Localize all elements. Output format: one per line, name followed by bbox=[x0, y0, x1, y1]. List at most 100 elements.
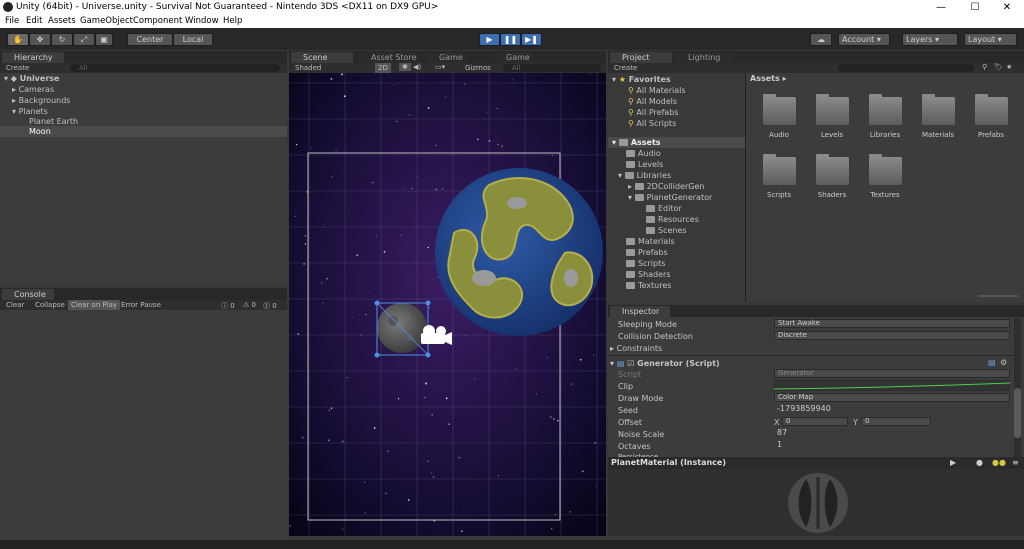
menu-edit[interactable]: Edit bbox=[26, 16, 42, 26]
preview-sphere-icon[interactable]: ● bbox=[976, 458, 983, 467]
script-object-field[interactable]: Generator bbox=[774, 369, 1010, 378]
tree-folder-prefabs[interactable]: Prefabs bbox=[626, 248, 668, 257]
draw-mode-dropdown[interactable]: Color Map bbox=[774, 393, 1010, 402]
tab-asset-store[interactable]: Asset Store bbox=[359, 52, 419, 63]
cloud-icon[interactable]: ☁ bbox=[810, 33, 832, 46]
tab-console[interactable]: Console bbox=[2, 289, 54, 300]
console-clear-on-play-button[interactable]: Clear on Play bbox=[68, 300, 121, 310]
asset-folder-libraries[interactable]: Libraries bbox=[865, 94, 905, 139]
pivot-local-button[interactable]: Local bbox=[173, 33, 213, 46]
planet-earth-sprite[interactable] bbox=[435, 168, 603, 336]
menu-window[interactable]: Window bbox=[185, 16, 219, 26]
effects-toggle-icon[interactable]: ▭▾ bbox=[435, 63, 445, 71]
tree-folder-audio[interactable]: Audio bbox=[626, 149, 661, 158]
asset-folder-prefabs[interactable]: Prefabs bbox=[971, 94, 1011, 139]
material-preview-area[interactable] bbox=[608, 469, 1024, 536]
assets-breadcrumb[interactable]: Assets ▸ bbox=[750, 74, 787, 83]
icon-size-slider[interactable] bbox=[978, 295, 1018, 297]
minimize-button[interactable]: — bbox=[924, 0, 958, 15]
tree-folder-textures[interactable]: Textures bbox=[626, 281, 671, 290]
layout-dropdown[interactable]: Layout ▾ bbox=[964, 33, 1017, 46]
tree-folder-resources[interactable]: Resources bbox=[646, 215, 699, 224]
scene-root[interactable]: ▾ ◆ Universe bbox=[4, 74, 59, 83]
favorite-all-prefabs[interactable]: ⚲ All Prefabs bbox=[628, 108, 679, 117]
noise-scale-input[interactable]: 87 bbox=[774, 429, 1010, 438]
step-button[interactable]: ▶❚ bbox=[521, 33, 542, 46]
filter-by-type-icon[interactable]: ⚲ bbox=[982, 63, 987, 71]
console-info-count[interactable]: ⓵ 0 bbox=[263, 301, 277, 311]
audio-toggle-icon[interactable]: ◀) bbox=[413, 63, 421, 71]
scale-tool-icon[interactable]: ⤢ bbox=[73, 33, 95, 46]
clip-curve-field[interactable] bbox=[774, 380, 1010, 391]
scene-viewport[interactable] bbox=[289, 73, 606, 536]
hierarchy-search-input[interactable]: All bbox=[70, 64, 280, 72]
tab-inspector[interactable]: Inspector bbox=[610, 306, 670, 317]
favorite-all-scripts[interactable]: ⚲ All Scripts bbox=[628, 119, 676, 128]
account-dropdown[interactable]: Account ▾ bbox=[838, 33, 890, 46]
tree-folder-scripts[interactable]: Scripts bbox=[626, 259, 665, 268]
tab-scene[interactable]: Scene bbox=[291, 52, 353, 63]
offset-y-input[interactable]: 0 bbox=[861, 417, 931, 426]
seed-input[interactable]: -1793859940 bbox=[774, 405, 1010, 414]
menu-help[interactable]: Help bbox=[223, 16, 242, 26]
close-button[interactable]: ✕ bbox=[990, 0, 1024, 15]
constraints-foldout[interactable]: ▸ Constraints bbox=[610, 344, 662, 353]
generator-component-header[interactable]: ▾ ▤ ☑ Generator (Script) bbox=[610, 359, 720, 368]
menu-assets[interactable]: Assets bbox=[48, 16, 76, 26]
pause-button[interactable]: ❚❚ bbox=[500, 33, 521, 46]
console-error-count[interactable]: ⓘ 0 bbox=[221, 301, 235, 311]
hierarchy-item-planet-earth[interactable]: Planet Earth bbox=[29, 117, 78, 126]
menu-file[interactable]: File bbox=[5, 16, 19, 26]
hierarchy-item-cameras[interactable]: ▸ Cameras bbox=[12, 85, 54, 94]
project-search-input[interactable] bbox=[838, 64, 974, 72]
preview-menu-icon[interactable]: ≡ bbox=[1012, 458, 1019, 467]
tree-folder-libraries[interactable]: ▾ Libraries bbox=[618, 171, 671, 180]
console-error-pause-button[interactable]: Error Pause bbox=[121, 301, 161, 309]
tab-game-2[interactable]: Game bbox=[494, 52, 534, 63]
asset-folder-levels[interactable]: Levels bbox=[812, 94, 852, 139]
asset-folder-textures[interactable]: Textures bbox=[865, 154, 905, 199]
favorite-star-icon[interactable]: ★ bbox=[1006, 63, 1012, 71]
2d-mode-toggle[interactable]: 2D bbox=[375, 63, 391, 73]
favorite-all-models[interactable]: ⚲ All Models bbox=[628, 97, 677, 106]
asset-folder-materials[interactable]: Materials bbox=[918, 94, 958, 139]
offset-x-input[interactable]: 0 bbox=[782, 417, 848, 426]
sleeping-mode-dropdown[interactable]: Start Awake bbox=[774, 319, 1010, 328]
shading-mode-dropdown[interactable]: Shaded bbox=[295, 64, 321, 72]
tree-folder-shaders[interactable]: Shaders bbox=[626, 270, 671, 279]
play-button[interactable]: ▶ bbox=[479, 33, 500, 46]
hierarchy-item-backgrounds[interactable]: ▸ Backgrounds bbox=[12, 96, 70, 105]
pivot-center-button[interactable]: Center bbox=[127, 33, 173, 46]
tab-project[interactable]: Project bbox=[610, 52, 672, 63]
maximize-button[interactable]: ☐ bbox=[958, 0, 992, 15]
console-collapse-button[interactable]: Collapse bbox=[35, 301, 65, 309]
favorites-header[interactable]: ▾ ★ Favorites bbox=[612, 75, 671, 84]
move-tool-icon[interactable]: ✥ bbox=[29, 33, 51, 46]
favorite-all-materials[interactable]: ⚲ All Materials bbox=[628, 86, 686, 95]
component-settings-gear-icon[interactable]: ⚙ bbox=[1000, 358, 1007, 367]
preview-play-icon[interactable]: ▶ bbox=[950, 458, 956, 467]
tab-game-1[interactable]: Game bbox=[427, 52, 467, 63]
octaves-input[interactable]: 1 bbox=[774, 441, 1010, 450]
tab-lighting[interactable]: Lighting bbox=[676, 52, 732, 63]
help-book-icon[interactable]: ▤ bbox=[988, 358, 996, 367]
lighting-toggle-icon[interactable]: ✺ bbox=[399, 63, 411, 71]
tree-folder-materials[interactable]: Materials bbox=[626, 237, 675, 246]
inspector-scroll-thumb[interactable] bbox=[1014, 388, 1021, 438]
hierarchy-item-planets[interactable]: ▾ Planets bbox=[12, 107, 48, 116]
asset-folder-shaders[interactable]: Shaders bbox=[812, 154, 852, 199]
project-splitter[interactable] bbox=[745, 73, 746, 302]
tree-folder-scenes[interactable]: Scenes bbox=[646, 226, 687, 235]
preview-light-icon[interactable]: ●● bbox=[992, 458, 1006, 467]
project-create-button[interactable]: Create bbox=[614, 64, 637, 72]
tab-hierarchy[interactable]: Hierarchy bbox=[2, 52, 64, 63]
scene-search-input[interactable]: All bbox=[503, 64, 601, 72]
rotate-tool-icon[interactable]: ↻ bbox=[51, 33, 73, 46]
inspector-scrollbar[interactable] bbox=[1014, 318, 1021, 458]
tree-folder-editor[interactable]: Editor bbox=[646, 204, 682, 213]
hand-tool-icon[interactable]: ✋ bbox=[7, 33, 29, 46]
assets-root[interactable]: ▾ Assets bbox=[612, 138, 661, 147]
collision-detection-dropdown[interactable]: Discrete bbox=[774, 331, 1010, 340]
tree-folder-planetgenerator[interactable]: ▾ PlanetGenerator bbox=[628, 193, 712, 202]
menu-gameobject[interactable]: GameObject bbox=[80, 16, 133, 26]
